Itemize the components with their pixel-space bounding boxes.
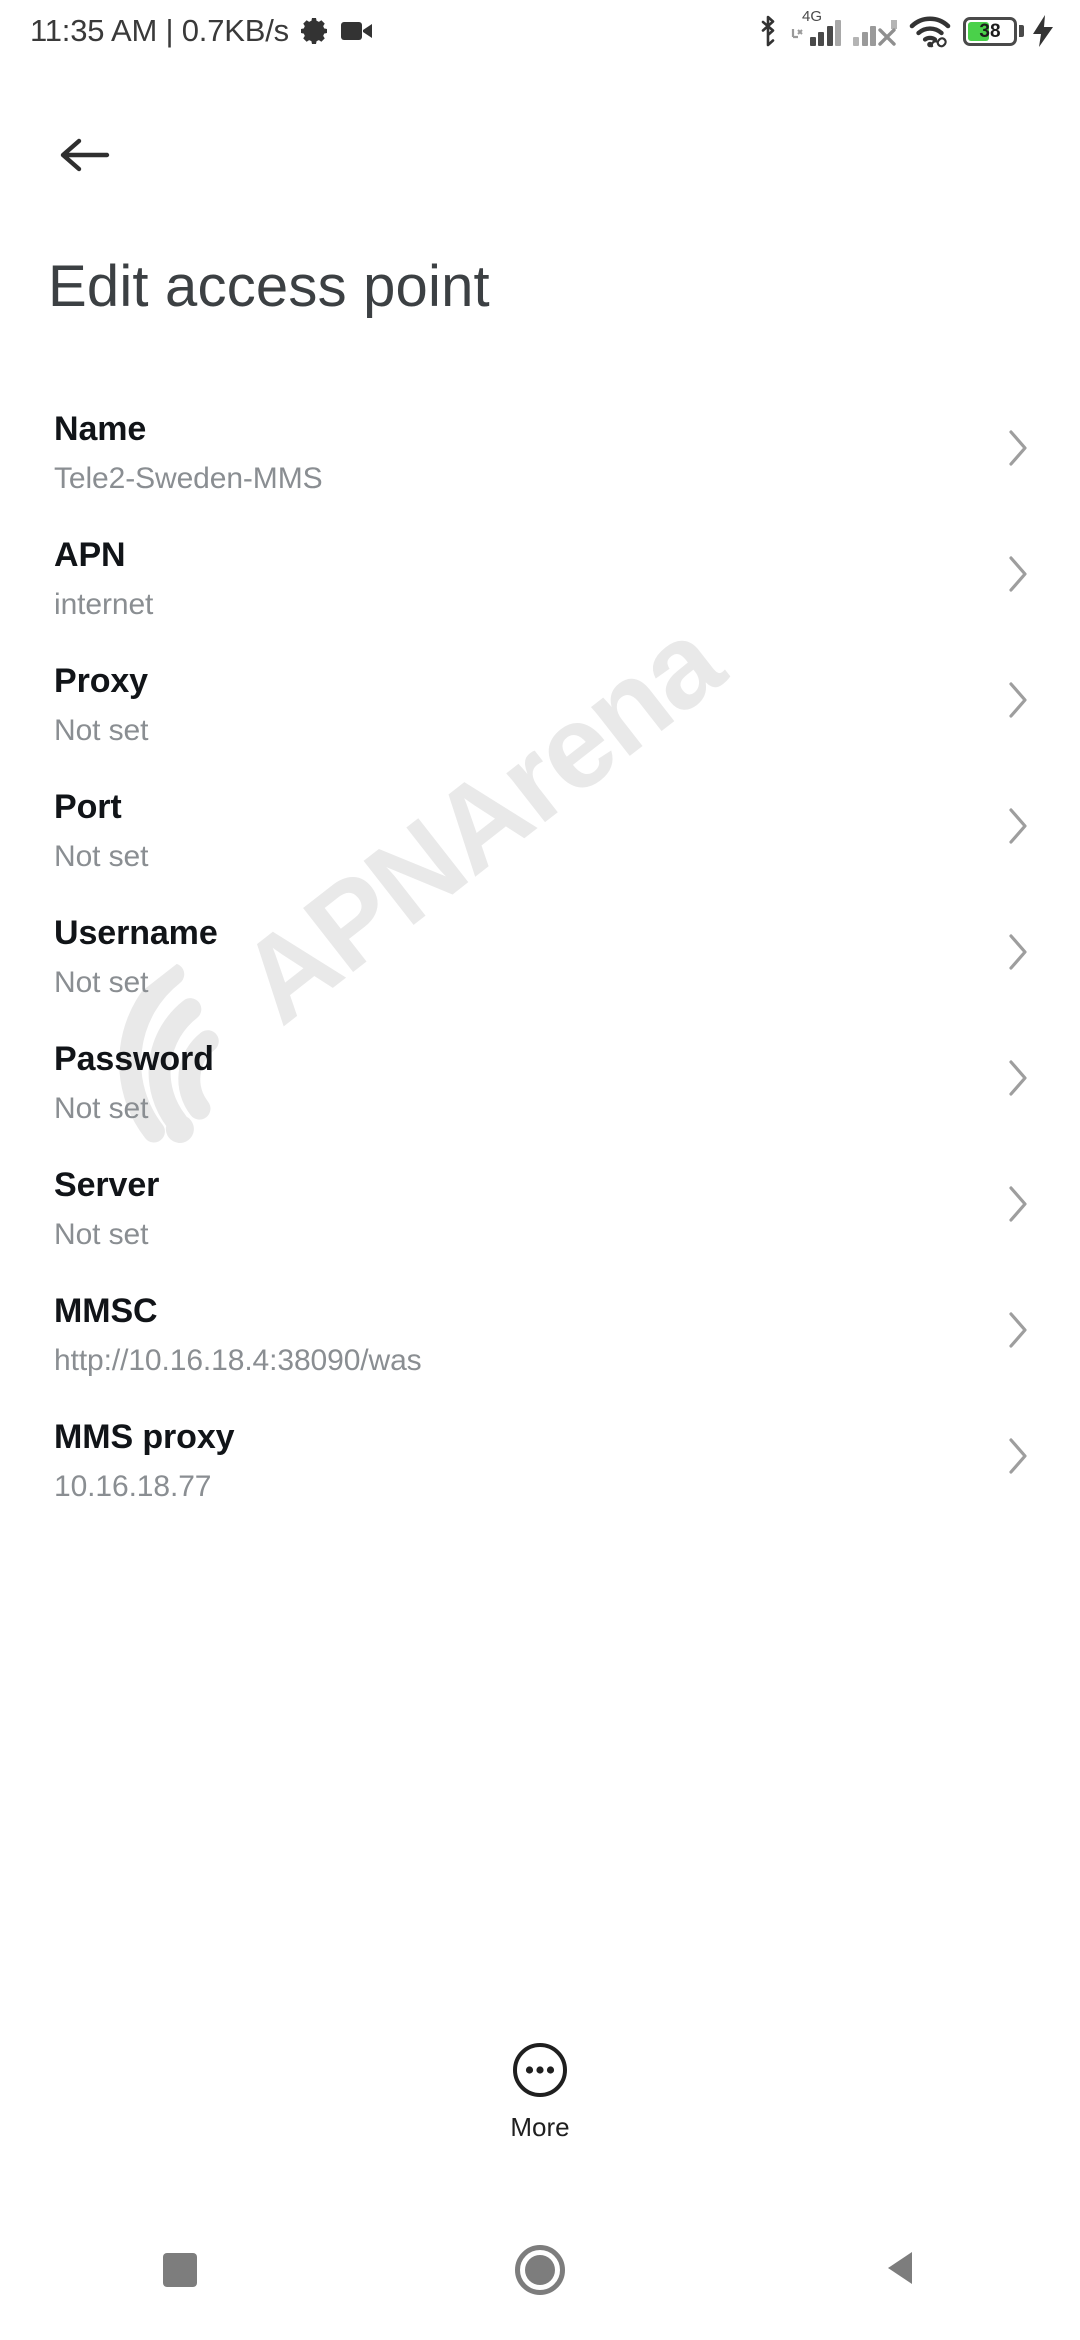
status-clock: 11:35 AM | 0.7KB/s [30, 13, 289, 48]
list-item-apn[interactable]: APN internet [0, 536, 1080, 662]
row-texts: Port Not set [54, 788, 996, 872]
battery-level-label: 38 [979, 20, 1001, 42]
page-title: Edit access point [48, 254, 490, 319]
row-title: Username [54, 914, 218, 952]
chevron-right-icon [996, 552, 1040, 596]
more-label: More [510, 2112, 570, 2142]
back-arrow-icon [57, 133, 113, 182]
row-value: internet [54, 588, 154, 621]
row-title: MMSC [54, 1292, 158, 1330]
charging-bolt-icon [1032, 15, 1054, 47]
list-item-username[interactable]: Username Not set [0, 914, 1080, 1040]
list-item-proxy[interactable]: Proxy Not set [0, 662, 1080, 788]
recents-square-icon [163, 2253, 197, 2287]
network-type-label: 4G [802, 8, 823, 25]
chevron-right-icon [996, 1308, 1040, 1352]
row-value: http://10.16.18.4:38090/was [54, 1344, 422, 1377]
row-title: Password [54, 1040, 214, 1078]
row-texts: APN internet [54, 536, 996, 620]
row-texts: MMS proxy 10.16.18.77 [54, 1418, 996, 1502]
row-value: Not set [54, 840, 149, 873]
battery-icon: 38 [963, 16, 1024, 46]
cellular-signal-sim1-icon: 4G [791, 9, 841, 46]
chevron-right-icon [996, 1056, 1040, 1100]
list-item-password[interactable]: Password Not set [0, 1040, 1080, 1166]
cellular-signal-sim2-no-service-icon [853, 16, 899, 46]
row-value: Not set [54, 1092, 149, 1125]
list-item-mms-proxy[interactable]: MMS proxy 10.16.18.77 [0, 1418, 1080, 1544]
row-value: Tele2-Sweden-MMS [54, 462, 323, 495]
video-camera-icon [340, 19, 373, 43]
home-circle-icon [515, 2245, 565, 2295]
chevron-right-icon [996, 804, 1040, 848]
back-button[interactable] [48, 120, 122, 194]
row-value: Not set [54, 966, 149, 999]
chevron-right-icon [996, 1434, 1040, 1478]
row-title: Port [54, 788, 122, 826]
row-value: Not set [54, 714, 149, 747]
back-nav-button[interactable] [820, 2215, 980, 2325]
back-triangle-icon [882, 2248, 918, 2293]
access-point-field-list: Name Tele2-Sweden-MMS APN internet Proxy… [0, 410, 1080, 1544]
more-button[interactable]: More [0, 2040, 1080, 2143]
list-item-server[interactable]: Server Not set [0, 1166, 1080, 1292]
row-title: Server [54, 1166, 160, 1204]
row-title: APN [54, 536, 126, 574]
status-bar-right: 4G 38 [756, 9, 1054, 48]
row-value: 10.16.18.77 [54, 1470, 212, 1503]
chevron-right-icon [996, 930, 1040, 974]
row-title: Proxy [54, 662, 148, 700]
chevron-right-icon [996, 426, 1040, 470]
recents-button[interactable] [100, 2215, 260, 2325]
status-bar-left: 11:35 AM | 0.7KB/s [30, 13, 373, 49]
row-value: Not set [54, 1218, 149, 1251]
list-item-mmsc[interactable]: MMSC http://10.16.18.4:38090/was [0, 1292, 1080, 1418]
list-item-name[interactable]: Name Tele2-Sweden-MMS [0, 410, 1080, 536]
bluetooth-icon [756, 14, 780, 48]
status-bar: 11:35 AM | 0.7KB/s 4G 38 [0, 0, 1080, 62]
row-texts: Password Not set [54, 1040, 996, 1124]
chevron-right-icon [996, 678, 1040, 722]
row-texts: Server Not set [54, 1166, 996, 1250]
gear-icon [299, 16, 329, 46]
row-texts: Proxy Not set [54, 662, 996, 746]
list-item-port[interactable]: Port Not set [0, 788, 1080, 914]
row-texts: Username Not set [54, 914, 996, 998]
row-title: MMS proxy [54, 1418, 235, 1456]
battery-cap [1019, 25, 1024, 37]
system-navigation-bar [0, 2200, 1080, 2340]
row-title: Name [54, 410, 147, 448]
row-texts: Name Tele2-Sweden-MMS [54, 410, 996, 494]
chevron-right-icon [996, 1182, 1040, 1226]
home-button[interactable] [460, 2215, 620, 2325]
wifi-icon [909, 15, 951, 48]
row-texts: MMSC http://10.16.18.4:38090/was [54, 1292, 996, 1376]
more-circle-icon [510, 2040, 570, 2100]
